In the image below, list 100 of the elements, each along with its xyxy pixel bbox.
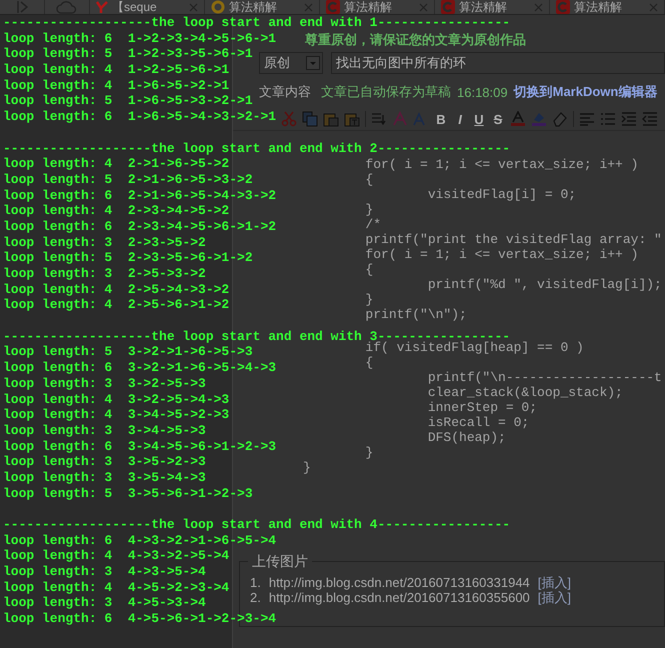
eraser-icon[interactable] bbox=[552, 111, 568, 127]
browser-tab[interactable]: 算法精解 bbox=[435, 0, 550, 14]
markdown-switch-link[interactable]: 切换到MarkDown编辑器 bbox=[514, 83, 658, 101]
list-number: 1. bbox=[250, 575, 261, 590]
upload-legend: 上传图片 bbox=[248, 553, 312, 571]
console-line: loop length: 4 2->3->4->5->2 bbox=[3, 203, 230, 219]
insert-link[interactable]: [插入] bbox=[538, 575, 572, 590]
list-number: 2. bbox=[250, 590, 261, 605]
code-line: visitedFlag[i] = 0; bbox=[426, 188, 576, 201]
console-heading: -------------------the loop start and end with 4----------------- bbox=[3, 517, 510, 533]
console-heading: -------------------the loop start and end with 1----------------- bbox=[3, 15, 510, 31]
console-line: loop length: 6 2->3->4->5->6->1->2 bbox=[3, 218, 276, 235]
code-line: DFS(heap); bbox=[426, 431, 506, 444]
browser-tab[interactable]: 算法精解 bbox=[550, 0, 665, 14]
browser-tab[interactable]: 【seque bbox=[90, 0, 205, 14]
code-line: printf("%d ", visitedFlag[i]); bbox=[426, 278, 662, 291]
code-line: for( i = 1; i <= vertax_size; i++ ) bbox=[364, 248, 638, 261]
close-icon[interactable] bbox=[534, 2, 543, 12]
code-line: } bbox=[303, 461, 311, 474]
console-line: loop length: 3 4->3->5->4 bbox=[3, 564, 206, 580]
format-list-icon[interactable] bbox=[371, 111, 387, 127]
console-line: loop length: 3 3->5->2->3 bbox=[3, 454, 206, 470]
code-line: } bbox=[364, 293, 374, 306]
console-line: loop length: 4 2->5->4->3->2 bbox=[3, 282, 230, 298]
tab-logo-icon bbox=[96, 0, 108, 14]
code-line: { bbox=[364, 173, 374, 186]
console-line: loop length: 4 2->1->6->5->2 bbox=[3, 156, 230, 172]
image-url-link[interactable]: http://img.blog.csdn.net/20160713160355600 bbox=[268, 590, 530, 605]
console-line: loop length: 6 1->6->5->4->3->2->1 bbox=[3, 109, 276, 125]
code-line: } bbox=[364, 446, 374, 459]
scissors-icon[interactable] bbox=[281, 111, 297, 127]
console-line: loop length: 5 2->3->5->6->1->2 bbox=[3, 250, 253, 266]
insert-link[interactable]: [插入] bbox=[538, 590, 572, 605]
outdent-icon[interactable] bbox=[642, 111, 658, 127]
close-icon[interactable] bbox=[304, 2, 313, 12]
code-line: printf("print the visitedFlag array: " bbox=[364, 233, 662, 246]
console-line: loop length: 5 1->2->3->5->6->1 bbox=[3, 46, 253, 62]
autosave-status: 文章已自动保存为草稿 bbox=[321, 83, 451, 101]
code-line: innerStep = 0; bbox=[426, 401, 538, 414]
paste-icon[interactable] bbox=[323, 111, 339, 127]
browser-tab[interactable]: 算法精解 bbox=[205, 0, 320, 14]
code-line: { bbox=[364, 263, 374, 276]
autosave-time: 16:18:09 bbox=[457, 84, 508, 100]
code-line: if( visitedFlag[heap] == 0 ) bbox=[364, 341, 584, 354]
indent-icon[interactable] bbox=[621, 111, 637, 127]
format-button[interactable]: I bbox=[453, 112, 467, 126]
console-line: loop length: 3 4->5->3->4 bbox=[3, 595, 206, 612]
title-input[interactable]: 找出无向图中所有的环 bbox=[331, 52, 665, 74]
content-label: 文章内容 bbox=[259, 83, 311, 101]
console-line: loop length: 5 2->1->6->5->3->2 bbox=[3, 172, 253, 188]
console-line: loop length: 4 3->2->5->4->3 bbox=[3, 392, 230, 408]
code-line: clear_stack(&loop_stack); bbox=[426, 386, 623, 399]
close-icon[interactable] bbox=[649, 2, 658, 12]
console-line: loop length: 6 4->3->2->1->6->5->4 bbox=[3, 532, 276, 548]
console-line: loop length: 5 1->6->5->3->2->1 bbox=[3, 93, 253, 110]
console-line: loop length: 4 3->4->5->2->3 bbox=[3, 407, 230, 423]
console-line: loop length: 4 4->3->2->5->4 bbox=[3, 548, 230, 564]
console-line: loop length: 3 3->2->5->3 bbox=[3, 376, 206, 392]
console-line: loop length: 6 1->2->3->4->5->6->1 bbox=[3, 30, 276, 46]
console-line: loop length: 4 1->2->5->6->1 bbox=[3, 62, 230, 78]
console-line: loop length: 4 2->5->6->1->2 bbox=[3, 297, 230, 314]
console-line: loop length: 3 2->3->5->2 bbox=[3, 234, 206, 250]
close-icon[interactable] bbox=[419, 2, 428, 12]
tab-logo-icon bbox=[211, 0, 225, 14]
console-line: loop length: 6 2->1->6->5->4->3->2 bbox=[3, 188, 276, 204]
font-color-icon[interactable] bbox=[510, 111, 526, 127]
close-icon[interactable] bbox=[189, 2, 198, 12]
console-line: loop length: 3 3->5->4->3 bbox=[3, 470, 206, 486]
highlight-icon[interactable] bbox=[531, 111, 547, 127]
code-line: isRecall = 0; bbox=[426, 416, 530, 429]
bullet-list-icon[interactable] bbox=[600, 111, 616, 127]
console-line: loop length: 6 3->2->1->6->5->4->3 bbox=[3, 360, 276, 376]
format-button[interactable]: U bbox=[472, 112, 486, 126]
font-icon[interactable] bbox=[392, 111, 408, 127]
article-type-select[interactable]: 原创 bbox=[259, 52, 323, 74]
format-button[interactable]: B bbox=[434, 112, 448, 126]
code-line: for( i = 1; i <= vertax_size; i++ ) bbox=[364, 158, 638, 171]
code-line: /* bbox=[364, 218, 382, 231]
console-line: loop length: 6 4->5->6->1->2->3->4 bbox=[3, 611, 276, 627]
format-button[interactable]: S bbox=[491, 112, 505, 126]
console-line: loop length: 3 2->5->3->2 bbox=[3, 266, 206, 282]
code-line: printf("\n"); bbox=[364, 308, 467, 321]
forward-icon[interactable] bbox=[16, 0, 28, 14]
copy-icon[interactable] bbox=[302, 111, 318, 127]
console-line: loop length: 4 1->6->5->2->1 bbox=[3, 78, 230, 94]
align-left-icon[interactable] bbox=[579, 111, 595, 127]
image-url-link[interactable]: http://img.blog.csdn.net/20160713160331944 bbox=[268, 575, 530, 590]
console-line: loop length: 4 4->5->2->3->4 bbox=[3, 580, 230, 596]
browser-tab[interactable]: 算法精解 bbox=[320, 0, 435, 14]
paste-text-icon[interactable] bbox=[344, 111, 360, 127]
console-heading: -------------------the loop start and end with 2----------------- bbox=[3, 140, 510, 156]
code-line: } bbox=[364, 203, 374, 216]
originality-notice: 尊重原创，请保证您的文章为原创作品 bbox=[305, 32, 526, 48]
code-line: printf("\n-------------------t bbox=[426, 371, 662, 384]
console-line: loop length: 6 3->4->5->6->1->2->3 bbox=[3, 438, 276, 454]
console-line: loop length: 5 3->2->1->6->5->3 bbox=[3, 344, 253, 360]
console-line: loop length: 3 3->4->5->3 bbox=[3, 422, 206, 439]
console-line: loop length: 5 3->5->6->1->2->3 bbox=[3, 486, 253, 502]
cloud-icon[interactable] bbox=[56, 0, 78, 14]
code-line: { bbox=[364, 356, 374, 369]
